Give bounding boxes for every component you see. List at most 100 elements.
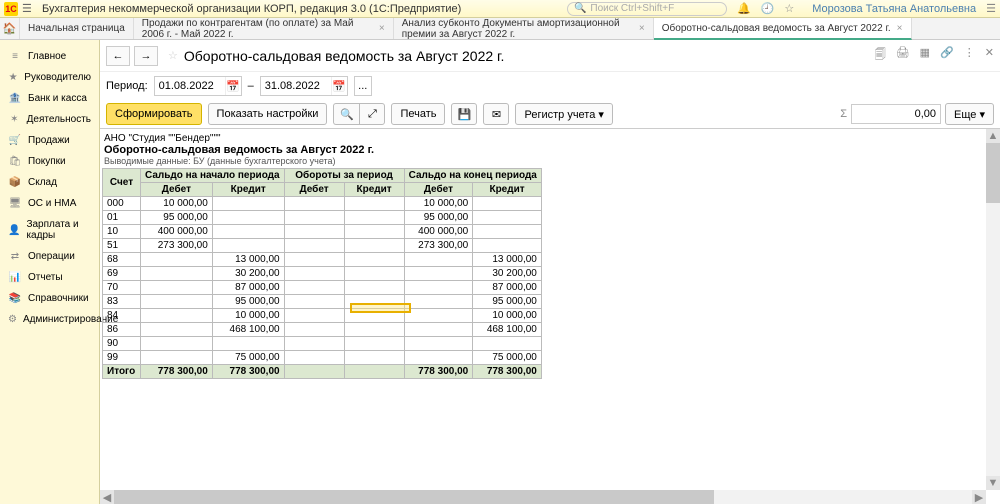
cell-amount[interactable]	[212, 337, 284, 351]
star-icon[interactable]: ☆	[784, 2, 794, 15]
cell-amount[interactable]: 75 000,00	[473, 351, 542, 365]
sidebar-item[interactable]: 📊Отчеты	[0, 267, 99, 288]
cell-amount[interactable]	[473, 225, 542, 239]
sidebar-item[interactable]: ⇄Операции	[0, 246, 99, 267]
horizontal-scrollbar[interactable]: ◀ ▶	[100, 490, 986, 504]
cell-amount[interactable]	[284, 281, 344, 295]
cell-amount[interactable]	[284, 267, 344, 281]
scroll-down-icon[interactable]: ▼	[986, 476, 1000, 490]
cell-amount[interactable]: 95 000,00	[212, 295, 284, 309]
cell-amount[interactable]: 95 000,00	[141, 211, 213, 225]
cell-amount[interactable]	[141, 267, 213, 281]
cell-amount[interactable]	[284, 295, 344, 309]
cell-amount[interactable]	[344, 197, 404, 211]
cell-amount[interactable]	[404, 253, 473, 267]
cell-account[interactable]: 83	[103, 295, 141, 309]
cell-account[interactable]: 10	[103, 225, 141, 239]
cell-amount[interactable]	[284, 239, 344, 253]
cell-amount[interactable]: 30 200,00	[473, 267, 542, 281]
cell-account[interactable]: 68	[103, 253, 141, 267]
link-icon[interactable]: 🔗	[940, 46, 954, 65]
cell-amount[interactable]	[344, 225, 404, 239]
scroll-thumb[interactable]	[986, 143, 1000, 203]
cell-amount[interactable]	[284, 253, 344, 267]
favorite-icon[interactable]: ☆	[168, 49, 178, 62]
cell-amount[interactable]	[404, 295, 473, 309]
period-picker-button[interactable]: ...	[354, 76, 372, 96]
cell-amount[interactable]	[141, 337, 213, 351]
cell-amount[interactable]: 10 000,00	[404, 197, 473, 211]
cell-amount[interactable]	[344, 253, 404, 267]
cell-amount[interactable]	[141, 281, 213, 295]
scroll-right-icon[interactable]: ▶	[972, 490, 986, 504]
cell-amount[interactable]	[344, 239, 404, 253]
sidebar-item[interactable]: ≡Главное	[0, 46, 99, 67]
history-icon[interactable]: 🕘	[761, 2, 775, 15]
cell-amount[interactable]	[284, 225, 344, 239]
cell-amount[interactable]: 10 000,00	[141, 197, 213, 211]
spreadsheet-icon[interactable]: ▦	[920, 46, 930, 65]
show-settings-button[interactable]: Показать настройки	[208, 103, 328, 125]
cell-amount[interactable]: 778 300,00	[212, 365, 284, 379]
cell-amount[interactable]: 95 000,00	[473, 295, 542, 309]
cell-amount[interactable]: 273 300,00	[404, 239, 473, 253]
close-tab-icon[interactable]: ×	[897, 23, 903, 34]
cell-amount[interactable]	[344, 365, 404, 379]
expand-button[interactable]: ⤢	[359, 103, 385, 125]
cell-amount[interactable]: 95 000,00	[404, 211, 473, 225]
cell-amount[interactable]	[212, 239, 284, 253]
cell-amount[interactable]: 13 000,00	[212, 253, 284, 267]
cell-amount[interactable]: 87 000,00	[473, 281, 542, 295]
tab[interactable]: Оборотно-сальдовая ведомость за Август 2…	[654, 18, 912, 40]
cell-amount[interactable]	[344, 267, 404, 281]
sidebar-item[interactable]: ★Руководителю	[0, 67, 99, 88]
window-menu-icon[interactable]: ☰	[986, 2, 996, 15]
cell-amount[interactable]: 468 100,00	[212, 323, 284, 337]
cell-amount[interactable]: 778 300,00	[473, 365, 542, 379]
save-button[interactable]: 💾	[451, 103, 477, 125]
sidebar-item[interactable]: 📦Склад	[0, 172, 99, 193]
cell-account[interactable]: 69	[103, 267, 141, 281]
cell-account[interactable]: 000	[103, 197, 141, 211]
cell-account[interactable]: Итого	[103, 365, 141, 379]
print-button[interactable]: Печать	[391, 103, 445, 125]
cell-amount[interactable]	[284, 197, 344, 211]
cell-amount[interactable]	[344, 337, 404, 351]
cell-amount[interactable]	[284, 351, 344, 365]
sidebar-item[interactable]: ⚙Администрирование	[0, 309, 99, 330]
cell-amount[interactable]	[284, 365, 344, 379]
find-button[interactable]: 🔍	[333, 103, 359, 125]
sidebar-item[interactable]: 📚Справочники	[0, 288, 99, 309]
cell-amount[interactable]: 13 000,00	[473, 253, 542, 267]
cell-amount[interactable]	[212, 225, 284, 239]
cell-amount[interactable]: 778 300,00	[404, 365, 473, 379]
menu-icon[interactable]: ☰	[22, 2, 36, 15]
calendar-icon[interactable]: 📅	[225, 77, 241, 95]
cell-amount[interactable]	[473, 211, 542, 225]
cell-amount[interactable]: 468 100,00	[473, 323, 542, 337]
cell-amount[interactable]	[404, 351, 473, 365]
date-from-input[interactable]	[155, 80, 225, 92]
tab[interactable]: Анализ субконто Документы амортизационно…	[394, 18, 654, 39]
sum-field[interactable]	[851, 104, 941, 124]
report-save-icon[interactable]: 🗐	[875, 46, 886, 65]
cell-amount[interactable]	[212, 197, 284, 211]
cell-amount[interactable]	[404, 337, 473, 351]
home-icon[interactable]: 🏠	[0, 18, 20, 39]
cell-account[interactable]: 86	[103, 323, 141, 337]
cell-amount[interactable]: 10 000,00	[473, 309, 542, 323]
cell-amount[interactable]: 30 200,00	[212, 267, 284, 281]
back-button[interactable]: ←	[106, 46, 130, 66]
date-to-input[interactable]	[261, 80, 331, 92]
sidebar-item[interactable]: 👤Зарплата и кадры	[0, 214, 99, 246]
tab[interactable]: Начальная страница	[20, 18, 134, 39]
cell-account[interactable]: 84	[103, 309, 141, 323]
cell-amount[interactable]	[344, 211, 404, 225]
cell-amount[interactable]	[141, 295, 213, 309]
global-search[interactable]: 🔍 Поиск Ctrl+Shift+F	[567, 2, 727, 16]
cell-amount[interactable]: 400 000,00	[404, 225, 473, 239]
cell-amount[interactable]	[404, 267, 473, 281]
tab[interactable]: Продажи по контрагентам (по оплате) за М…	[134, 18, 394, 39]
sidebar-item[interactable]: ✶Деятельность	[0, 109, 99, 130]
cell-amount[interactable]	[473, 239, 542, 253]
